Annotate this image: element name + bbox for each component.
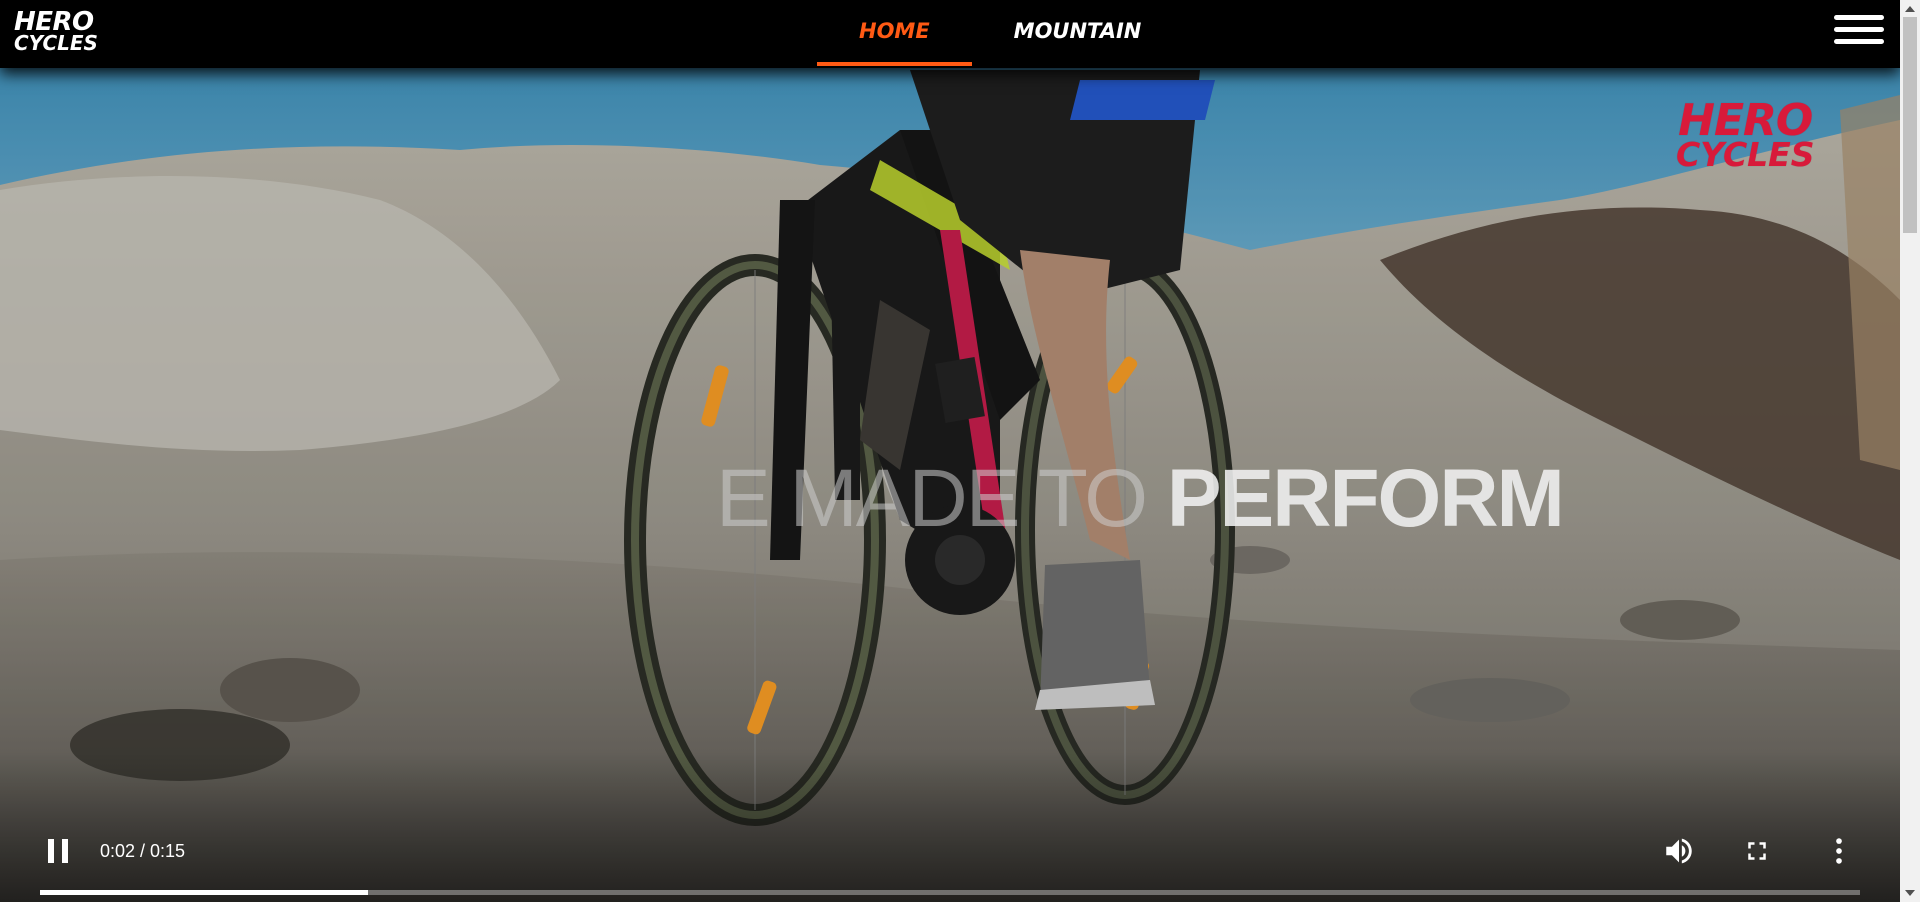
scroll-thumb[interactable] [1903,17,1917,233]
video-controls: 0:02 / 0:15 [0,822,1900,902]
video-tagline: E MADE TO PERFORM [716,452,1565,546]
nav-item-mountain[interactable]: MOUNTAIN [972,0,1176,66]
scroll-down-arrow-icon[interactable] [1900,885,1920,902]
hamburger-icon[interactable] [1834,15,1884,49]
pause-icon[interactable] [44,836,74,866]
page: HERO CYCLES E MADE TO PERFORM HERO CYCLE… [0,0,1920,902]
tagline-part1: E MADE TO [716,453,1167,544]
page-scrollbar[interactable] [1900,0,1920,902]
watermark-line1: HERO [1678,95,1813,146]
site-header: HERO CYCLES HOME MOUNTAIN [0,0,1900,68]
scroll-up-arrow-icon[interactable] [1900,0,1920,17]
logo-line1: HERO [14,7,94,37]
main-nav: HOME MOUNTAIN [817,0,1176,66]
site-logo[interactable]: HERO CYCLES [14,7,98,55]
video-progress-fill [40,890,368,895]
more-vertical-icon[interactable] [1822,834,1856,868]
nav-item-home[interactable]: HOME [817,0,972,66]
fullscreen-icon[interactable] [1742,836,1772,866]
tagline-part2: PERFORM [1166,453,1565,544]
watermark-line2: CYCLES [1676,135,1815,174]
brand-watermark: HERO CYCLES [1676,95,1815,174]
time-display: 0:02 / 0:15 [100,841,186,861]
logo-line2: CYCLES [14,31,98,55]
volume-icon[interactable] [1662,834,1696,868]
video-progress-bar[interactable] [40,890,1860,895]
